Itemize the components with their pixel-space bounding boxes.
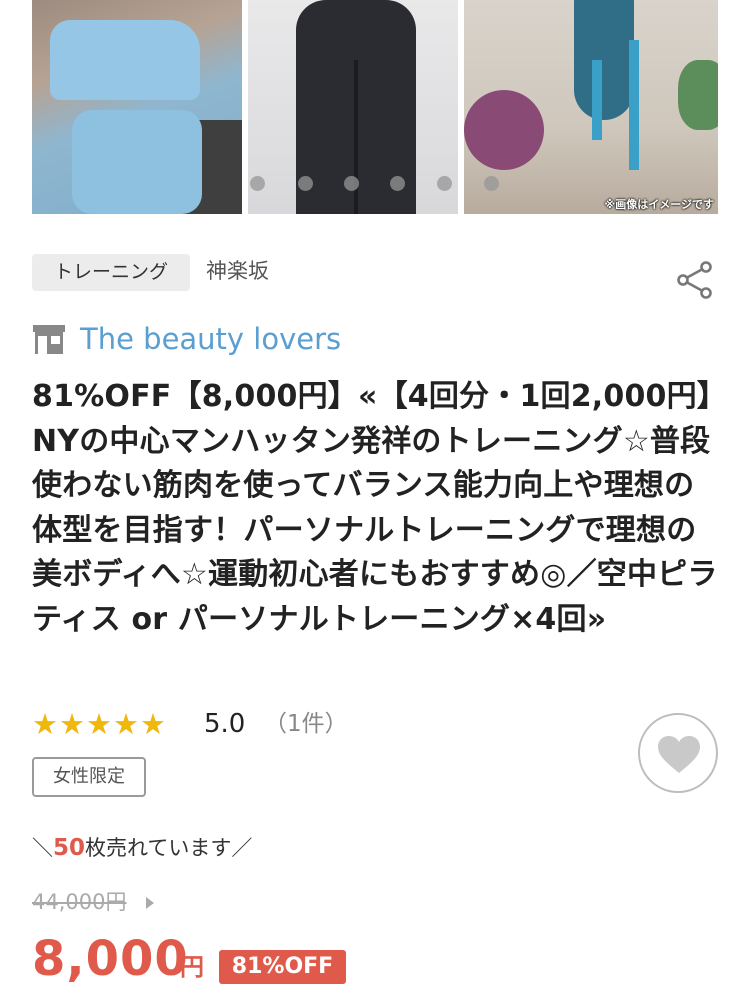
rating-value: 5.0 [204, 709, 246, 739]
review-count-link[interactable]: （1件） [264, 707, 348, 741]
currency-unit: 円 [180, 953, 204, 981]
share-icon[interactable] [675, 259, 715, 299]
heart-icon [658, 736, 700, 773]
image-carousel[interactable]: ※画像はイメージです [0, 0, 750, 214]
star-icon: ★ [140, 707, 166, 741]
star-icon: ★ [32, 707, 58, 741]
women-only-badge: 女性限定 [32, 757, 146, 797]
image-caption: ※画像はイメージです [604, 198, 714, 211]
carousel-dot[interactable] [437, 176, 452, 191]
current-price: 8,000 [32, 931, 189, 987]
shop-icon [33, 325, 65, 354]
category-tag[interactable]: トレーニング [32, 254, 190, 291]
deal-title: 81%OFF【8,000円】«【4回分・1回2,000円】NYの中心マンハッタン… [32, 379, 718, 637]
rating-stars: ★★★★★ [32, 707, 167, 741]
sold-number: 50 [53, 835, 86, 861]
carousel-indicators [0, 176, 750, 194]
favorite-button[interactable] [638, 713, 718, 793]
arrow-right-icon [146, 897, 154, 909]
sold-count: ＼50枚売れています／ [32, 835, 253, 861]
star-icon: ★ [113, 707, 139, 741]
star-icon: ★ [86, 707, 112, 741]
area-label[interactable]: 神楽坂 [206, 257, 269, 285]
original-price: 44,000円 [32, 890, 127, 914]
carousel-dot[interactable] [298, 176, 313, 191]
carousel-dot[interactable] [390, 176, 405, 191]
discount-badge: 81%OFF [219, 950, 346, 984]
carousel-dot[interactable] [250, 176, 265, 191]
carousel-dot[interactable] [484, 176, 499, 191]
carousel-dot[interactable] [344, 176, 359, 191]
star-icon: ★ [59, 707, 85, 741]
shop-name-link[interactable]: The beauty lovers [80, 320, 341, 358]
